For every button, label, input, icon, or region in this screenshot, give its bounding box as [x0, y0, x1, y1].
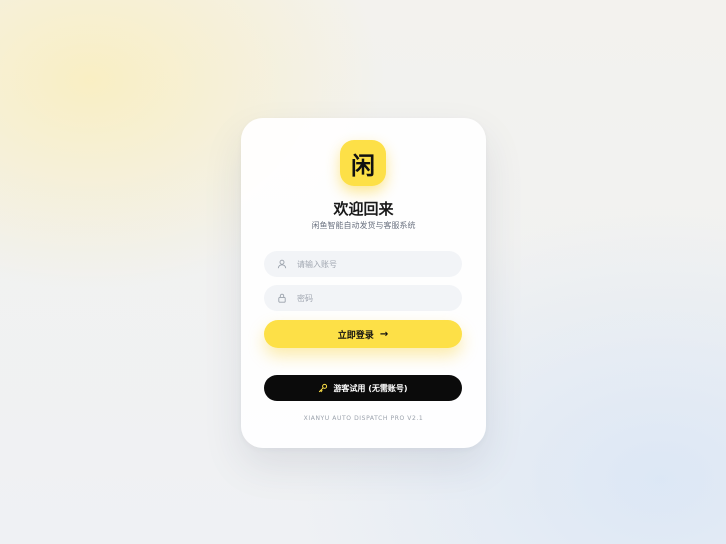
login-button[interactable]: 立即登录 → — [264, 320, 462, 348]
logo-text: 闲 — [351, 151, 375, 180]
page-subtitle: 闲鱼智能自动发货与客服系统 — [311, 221, 416, 230]
lock-icon — [267, 293, 297, 303]
user-icon — [267, 259, 297, 269]
password-field[interactable] — [264, 285, 462, 311]
username-field[interactable] — [264, 251, 462, 277]
login-card: 闲 欢迎回来 闲鱼智能自动发货与客服系统 立即登录 → — [241, 118, 486, 448]
guest-trial-button[interactable]: 游客试用 (无需账号) — [264, 375, 462, 401]
guest-button-label: 游客试用 (无需账号) — [333, 383, 408, 393]
password-input[interactable] — [297, 293, 447, 303]
app-logo: 闲 — [340, 140, 386, 186]
username-input[interactable] — [297, 259, 447, 269]
version-footer: XIANYU AUTO DISPATCH PRO V2.1 — [303, 415, 424, 422]
arrow-right-icon: → — [379, 328, 389, 340]
login-button-label: 立即登录 — [337, 330, 374, 341]
key-icon — [318, 383, 328, 393]
page-title: 欢迎回来 — [333, 200, 394, 218]
